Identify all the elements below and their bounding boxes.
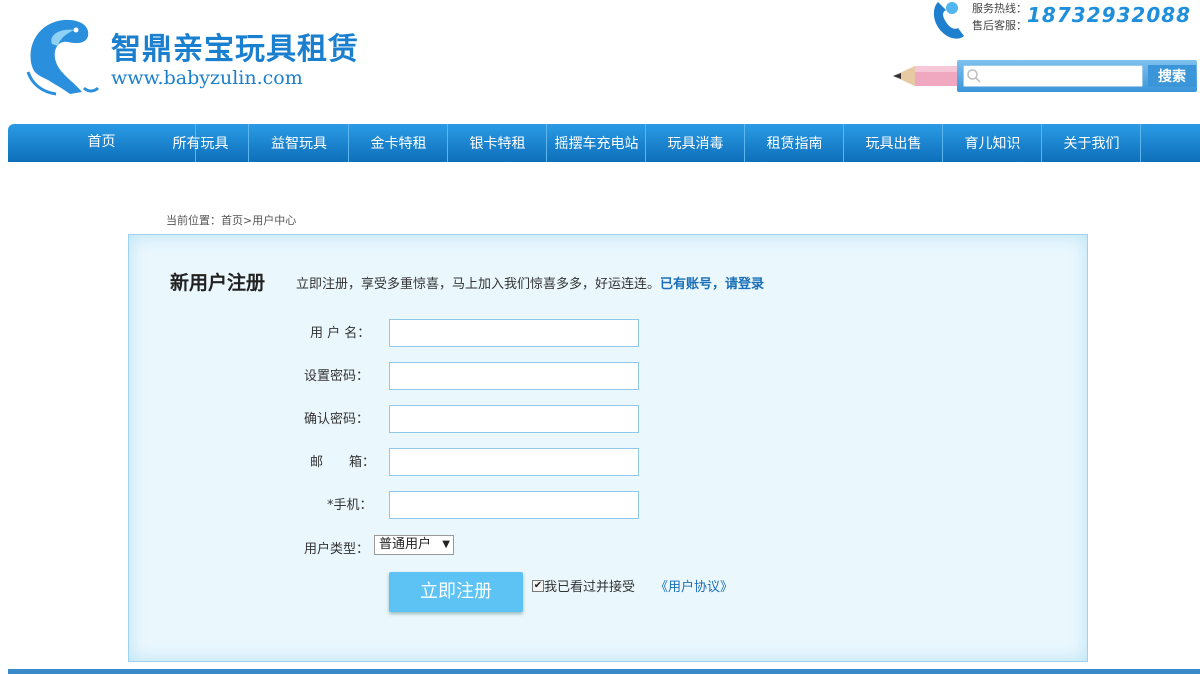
confirm-password-input[interactable] (389, 405, 639, 433)
footer-divider (8, 669, 1200, 674)
main-nav: 首页 所有玩具 益智玩具 金卡特租 银卡特租 摇摆车充电站 玩具消毒 租赁指南 … (8, 124, 1200, 162)
form-intro: 立即注册，享受多重惊喜，马上加入我们惊喜多多，好运连连。已有账号，请登录 (296, 273, 764, 292)
nav-item-toy-sale[interactable]: 玩具出售 (845, 124, 943, 162)
password-input[interactable] (389, 362, 639, 390)
user-type-select[interactable]: 普通用户 ▼ (374, 535, 454, 555)
nav-item-about-us[interactable]: 关于我们 (1043, 124, 1141, 162)
dropdown-arrow-icon: ▼ (442, 539, 450, 550)
password-label: 设置密码： (304, 369, 370, 384)
nav-item-parenting[interactable]: 育儿知识 (944, 124, 1042, 162)
nav-item-charging-station[interactable]: 摇摆车充电站 (548, 124, 646, 162)
nav-item-all-toys[interactable]: 所有玩具 (153, 124, 249, 162)
breadcrumb: 当前位置：首页>用户中心 (166, 214, 297, 227)
hotline-label: 服务热线： (972, 2, 1027, 15)
search-input[interactable] (963, 65, 1143, 87)
hotline-number: 18732932088 (1027, 3, 1192, 27)
brand-url: www.babyzulin.com (111, 67, 303, 89)
intro-text: 立即注册，享受多重惊喜，马上加入我们惊喜多多，好运连连。 (296, 277, 661, 292)
register-button[interactable]: 立即注册 (389, 572, 523, 612)
nav-item-disinfection[interactable]: 玩具消毒 (647, 124, 745, 162)
user-type-label: 用户类型： (304, 542, 370, 557)
search-button[interactable]: 搜索 (1148, 65, 1196, 87)
agree-checkbox[interactable]: ✔ (532, 580, 544, 592)
phone-label: *手机： (327, 498, 373, 513)
email-input[interactable] (389, 448, 639, 476)
username-input[interactable] (389, 319, 639, 347)
email-label: 邮 箱： (310, 455, 376, 470)
hotline-labels: 服务热线： 售后客服： (972, 0, 1027, 34)
brand-name: 智鼎亲宝玩具租赁 (111, 32, 359, 67)
login-link[interactable]: 已有账号，请登录 (660, 277, 764, 292)
phone-input[interactable] (389, 491, 639, 519)
page: 智鼎亲宝玩具租赁 www.babyzulin.com 服务热线： 售后客服： 1… (0, 0, 1200, 674)
nav-item-gold-card[interactable]: 金卡特租 (350, 124, 448, 162)
user-type-selected: 普通用户 (379, 537, 432, 552)
nav-item-silver-card[interactable]: 银卡特租 (449, 124, 547, 162)
after-sales-label: 售后客服： (972, 19, 1027, 32)
nav-item-educational[interactable]: 益智玩具 (250, 124, 349, 162)
confirm-password-label: 确认密码： (304, 412, 370, 427)
user-agreement-link[interactable]: 《用户协议》 (655, 576, 733, 595)
phone-icon (930, 0, 966, 40)
nav-item-rental-guide[interactable]: 租赁指南 (746, 124, 844, 162)
username-label: 用 户 名： (310, 326, 371, 341)
page-title: 新用户注册 (170, 272, 266, 294)
agree-text: 我已看过并接受 (544, 580, 636, 595)
dolphin-logo-icon[interactable] (22, 14, 102, 100)
pencil-decoration-icon (893, 58, 965, 94)
search-icon (966, 68, 982, 84)
